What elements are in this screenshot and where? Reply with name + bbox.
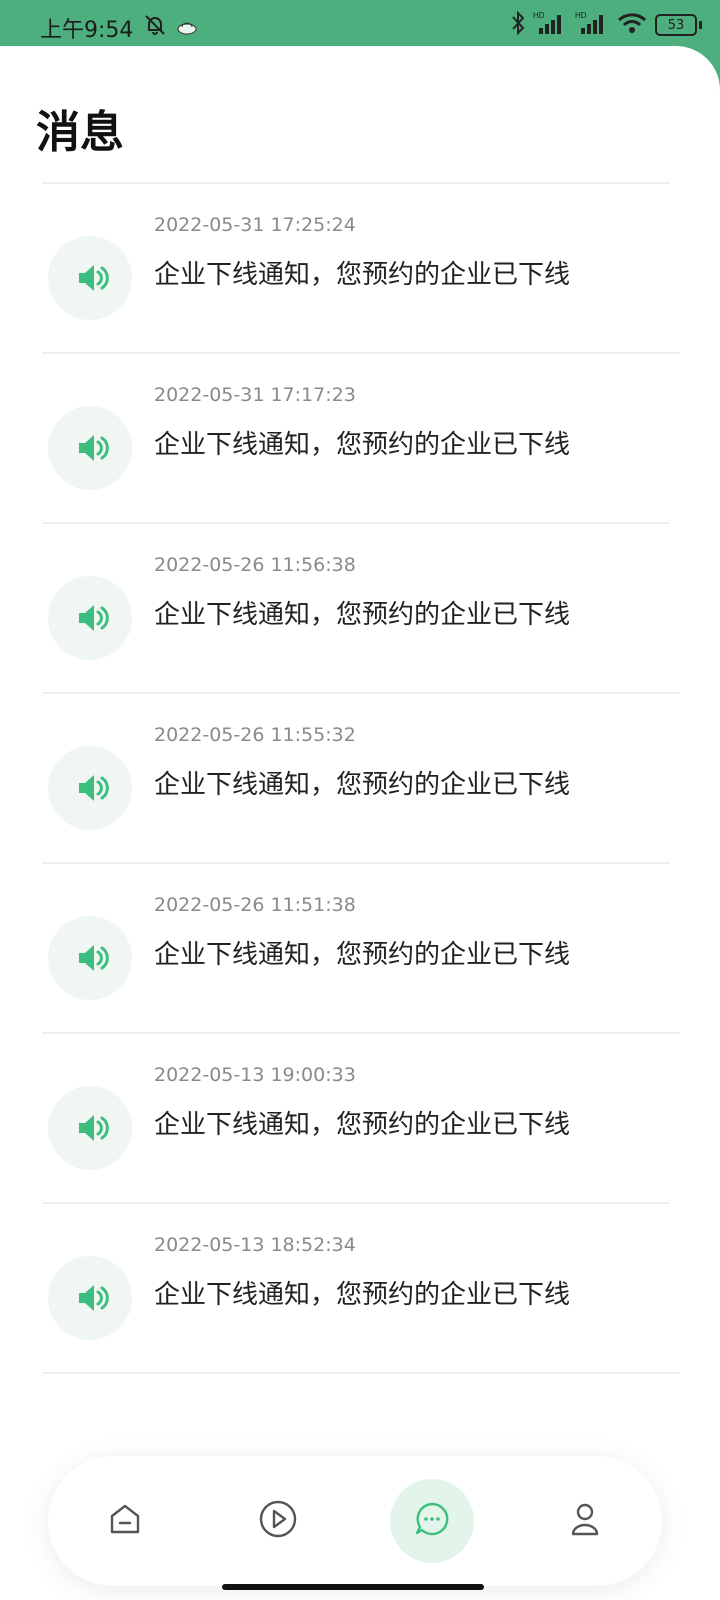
speaker-icon xyxy=(48,916,132,1000)
message-time: 2022-05-31 17:25:24 xyxy=(154,214,356,236)
message-time: 2022-05-13 18:52:34 xyxy=(154,1234,356,1256)
status-left: 上午9:54 xyxy=(40,12,197,44)
list-item[interactable]: 2022-05-31 17:17:23 企业下线通知，您预约的企业已下线 xyxy=(42,352,680,522)
chat-icon xyxy=(413,1500,451,1542)
list-item[interactable]: 2022-05-31 17:25:24 企业下线通知，您预约的企业已下线 xyxy=(42,182,670,352)
message-text: 企业下线通知，您预约的企业已下线 xyxy=(154,1110,571,1140)
bluetooth-icon xyxy=(511,10,525,40)
tab-video[interactable] xyxy=(236,1479,320,1563)
message-time: 2022-05-13 19:00:33 xyxy=(154,1064,356,1086)
status-right: HD HD 53 xyxy=(511,10,702,40)
speaker-icon xyxy=(48,746,132,830)
scroll-fade xyxy=(0,1376,720,1456)
message-text: 企业下线通知，您预约的企业已下线 xyxy=(154,1280,571,1310)
tab-home[interactable] xyxy=(83,1479,167,1563)
play-icon xyxy=(258,1499,298,1543)
message-time: 2022-05-26 11:55:32 xyxy=(154,724,356,746)
list-item[interactable]: 2022-05-13 18:52:34 企业下线通知，您预约的企业已下线 xyxy=(42,1202,670,1372)
page-title: 消息 xyxy=(36,107,124,158)
message-text: 企业下线通知，您预约的企业已下线 xyxy=(154,260,571,290)
message-text: 企业下线通知，您预约的企业已下线 xyxy=(154,430,571,460)
home-icon xyxy=(107,1501,143,1541)
status-time: 上午9:54 xyxy=(40,18,134,43)
bottom-tab-bar xyxy=(48,1456,662,1586)
status-bar: 上午9:54 HD HD 53 xyxy=(0,0,720,52)
battery-icon: 53 xyxy=(655,14,702,36)
wifi-icon xyxy=(617,11,647,39)
svg-text:HD: HD xyxy=(533,11,545,20)
message-text: 企业下线通知，您预约的企业已下线 xyxy=(154,940,571,970)
list-item[interactable]: 2022-05-26 11:55:32 企业下线通知，您预约的企业已下线 xyxy=(42,692,680,862)
message-time: 2022-05-31 17:17:23 xyxy=(154,384,356,406)
list-item[interactable]: 2022-05-13 19:00:33 企业下线通知，您预约的企业已下线 xyxy=(42,1032,680,1202)
battery-level: 53 xyxy=(655,14,697,36)
signal-hd-icon: HD xyxy=(575,10,609,40)
message-text: 企业下线通知，您预约的企业已下线 xyxy=(154,600,571,630)
message-text: 企业下线通知，您预约的企业已下线 xyxy=(154,770,571,800)
message-time: 2022-05-26 11:56:38 xyxy=(154,554,356,576)
content-sheet: 消息 2022-05-31 17:25:24 企业下线通知，您预约的企业已下线 xyxy=(0,46,720,1600)
speaker-icon xyxy=(48,576,132,660)
message-list[interactable]: 2022-05-31 17:25:24 企业下线通知，您预约的企业已下线 202… xyxy=(0,182,720,1542)
svg-text:HD: HD xyxy=(575,11,587,20)
user-icon xyxy=(567,1500,603,1542)
speaker-icon xyxy=(48,406,132,490)
tab-profile[interactable] xyxy=(543,1479,627,1563)
home-indicator xyxy=(222,1584,484,1590)
speaker-icon xyxy=(48,1086,132,1170)
signal-hd-icon: HD xyxy=(533,10,567,40)
mute-icon xyxy=(143,13,167,43)
tab-messages[interactable] xyxy=(389,1479,474,1563)
message-time: 2022-05-26 11:51:38 xyxy=(154,894,356,916)
app-notification-icon xyxy=(177,16,197,41)
speaker-icon xyxy=(48,236,132,320)
list-item[interactable]: 2022-05-26 11:56:38 企业下线通知，您预约的企业已下线 xyxy=(42,522,670,692)
list-item[interactable]: 2022-05-26 11:51:38 企业下线通知，您预约的企业已下线 xyxy=(42,862,670,1032)
speaker-icon xyxy=(48,1256,132,1340)
